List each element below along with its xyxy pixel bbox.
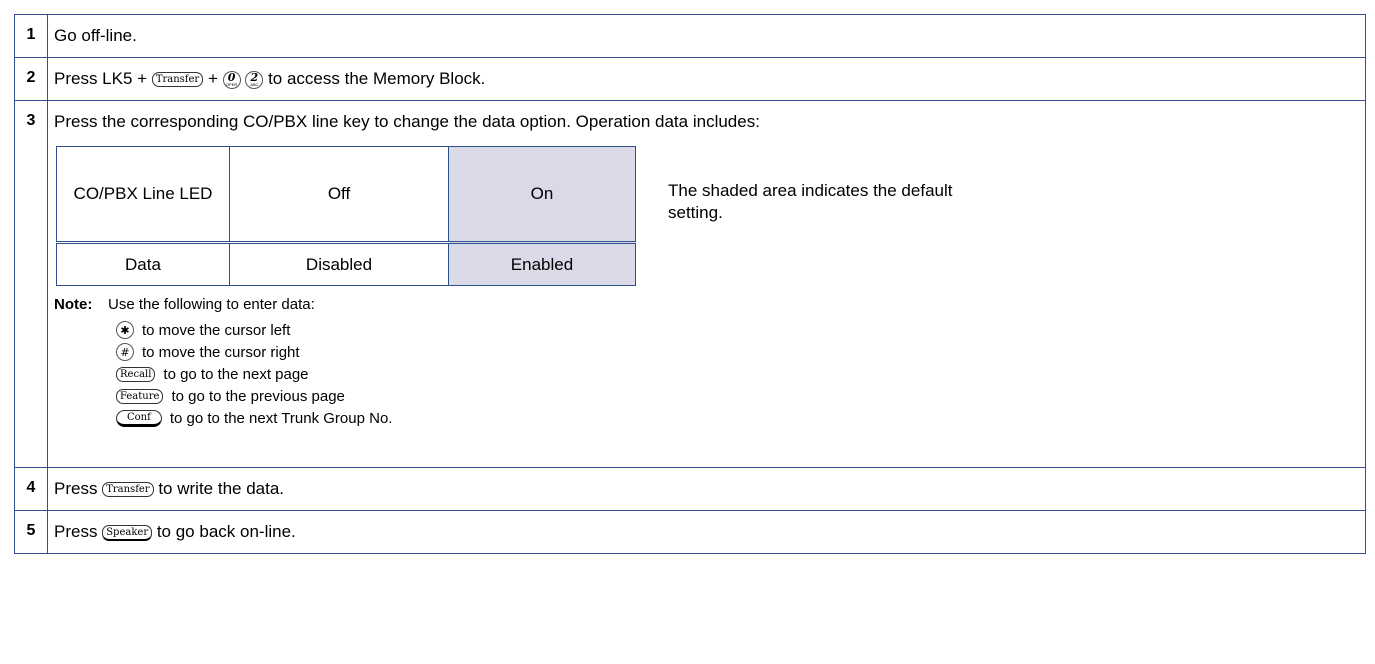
- option-table: CO/PBX Line LED Off On Data Disabled Ena…: [56, 146, 636, 286]
- list-item-text: to go to the next Trunk Group No.: [169, 409, 393, 427]
- table-header-cell: Off: [229, 146, 449, 243]
- transfer-key-icon: Transfer: [102, 482, 154, 498]
- conf-key-icon: Conf: [116, 409, 162, 427]
- step-number: 3: [15, 101, 48, 467]
- list-item: ✱ to move the cursor left: [116, 319, 1365, 341]
- note-label: Note:: [54, 296, 93, 313]
- procedure-table: 1 Go off-line. 2 Press LK5 + Transfer + …: [14, 14, 1366, 554]
- step-content: Press LK5 + Transfer + 0 OPER 2 ABC to acc…: [48, 58, 1365, 100]
- key-list: ✱ to move the cursor left # to move the …: [116, 319, 1365, 429]
- list-item: Conf to go to the next Trunk Group No.: [116, 407, 1365, 429]
- table-cell: Disabled: [229, 241, 449, 286]
- default-setting-note: The shaded area indicates the default se…: [668, 181, 953, 222]
- transfer-key-icon: Transfer: [151, 72, 204, 88]
- step-row-1: 1 Go off-line.: [15, 15, 1365, 58]
- note-text: Use the following to enter data:: [108, 296, 315, 313]
- speaker-key-icon: Speaker: [102, 524, 153, 541]
- list-item-text: to go to the previous page: [171, 387, 345, 405]
- table-header-cell-default: On: [448, 146, 636, 243]
- step-number: 5: [15, 511, 48, 553]
- dial-0-key-icon: 0 OPER: [222, 70, 241, 89]
- step-row-4: 4 Press Transfer to write the data.: [15, 468, 1365, 511]
- step-content: Press Transfer to write the data.: [48, 468, 1365, 510]
- step-text-prefix: Press: [54, 479, 98, 498]
- step-text-suffix: to write the data.: [158, 479, 285, 498]
- step-number: 1: [15, 15, 48, 57]
- table-cell: Data: [56, 241, 230, 286]
- star-key-icon: ✱: [116, 321, 134, 339]
- feature-key-icon: Feature: [116, 388, 164, 404]
- step-content: Press Speaker to go back on-line.: [48, 511, 1365, 553]
- step-row-3: 3 Press the corresponding CO/PBX line ke…: [15, 101, 1365, 468]
- step-text-prefix: Press LK5 +: [54, 69, 148, 88]
- step-number: 2: [15, 58, 48, 100]
- step-row-2: 2 Press LK5 + Transfer + 0 OPER 2 ABC to a…: [15, 58, 1365, 101]
- step-row-5: 5 Press Speaker to go back on-line.: [15, 511, 1365, 554]
- step-text: Press the corresponding CO/PBX line key …: [54, 112, 760, 131]
- list-item-text: to go to the next page: [163, 365, 309, 383]
- step-text-suffix: to go back on-line.: [156, 522, 296, 541]
- step-content: Press the corresponding CO/PBX line key …: [48, 101, 1365, 467]
- dial-2-key-icon: 2 ABC: [245, 70, 264, 89]
- recall-key-icon: Recall: [116, 366, 156, 382]
- step-number: 4: [15, 468, 48, 510]
- list-item: # to move the cursor right: [116, 341, 1365, 363]
- note: Note: Use the following to enter data:: [54, 296, 1365, 313]
- step-text-suffix: to access the Memory Block.: [268, 69, 486, 88]
- table-header-cell: CO/PBX Line LED: [56, 146, 230, 243]
- plus-sign: +: [207, 69, 218, 88]
- table-cell-default: Enabled: [448, 241, 636, 286]
- step-text-prefix: Press: [54, 522, 98, 541]
- hash-key-icon: #: [116, 343, 134, 361]
- step-text: Go off-line.: [54, 26, 137, 45]
- list-item-text: to move the cursor left: [142, 321, 291, 339]
- list-item-text: to move the cursor right: [142, 343, 300, 361]
- list-item: Recall to go to the next page: [116, 363, 1365, 385]
- list-item: Feature to go to the previous page: [116, 385, 1365, 407]
